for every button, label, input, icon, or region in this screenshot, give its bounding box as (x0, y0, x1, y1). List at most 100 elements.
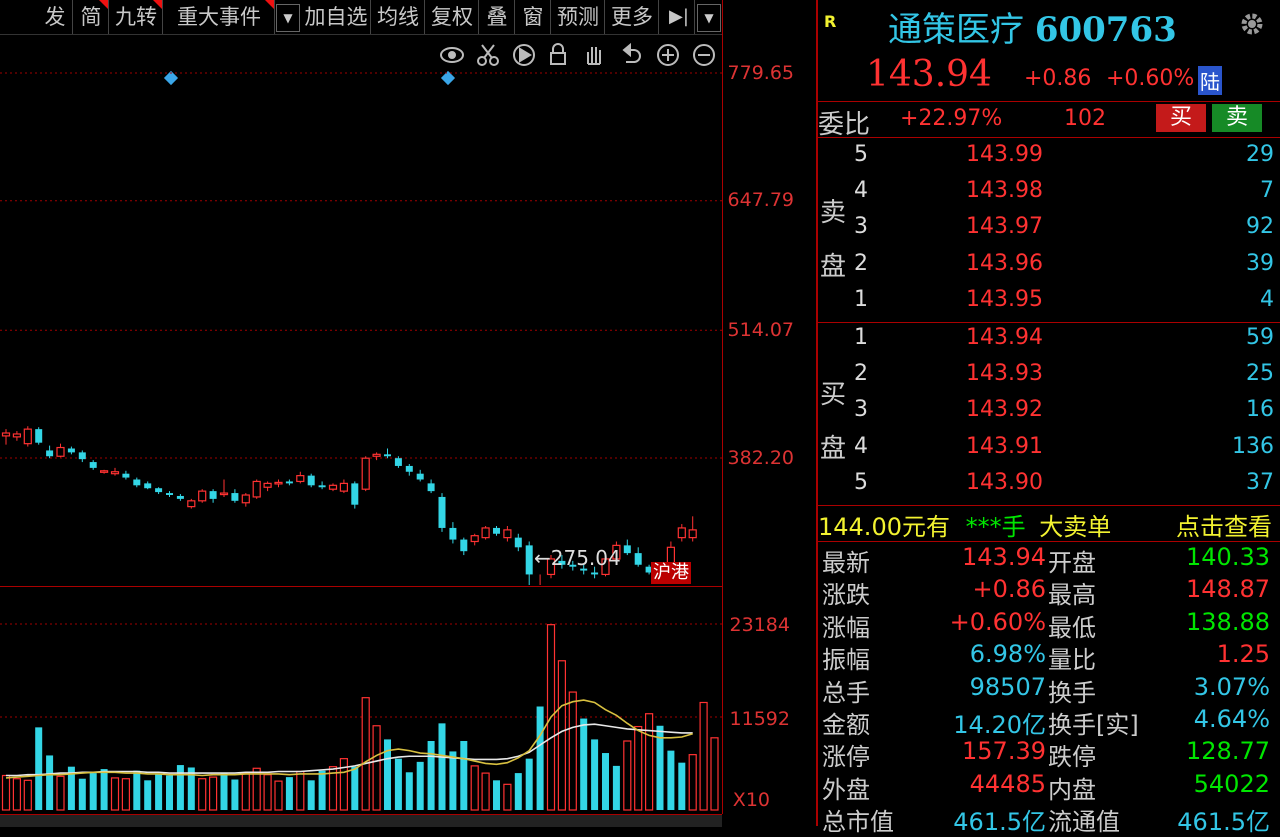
big-order-bar[interactable]: 144.00元有 ***手 大卖单 点击查看 (818, 507, 1280, 541)
toolbar-button[interactable]: 更多 (606, 0, 659, 34)
candle[interactable] (35, 427, 43, 445)
candle[interactable] (166, 491, 173, 497)
order-qty: 29 (1246, 142, 1274, 167)
settings-icon[interactable] (1238, 10, 1266, 42)
order-level: 4 (854, 178, 868, 204)
candle[interactable] (231, 489, 239, 503)
candle[interactable] (198, 489, 207, 503)
candle[interactable] (67, 446, 75, 455)
sell-order-row[interactable]: 3 143.97 92 (854, 214, 1274, 250)
candle[interactable] (427, 479, 435, 494)
sell-order-row[interactable]: 2 143.96 39 (854, 251, 1274, 287)
candle[interactable] (623, 539, 631, 556)
candle[interactable] (241, 493, 250, 507)
candle[interactable] (677, 524, 686, 542)
order-level: 5 (854, 142, 868, 167)
volume-bar (1, 774, 11, 811)
candle[interactable] (99, 469, 109, 474)
buy-order-row[interactable]: 4 143.91 136 (854, 434, 1274, 470)
candle[interactable] (285, 479, 293, 486)
toolbar-button[interactable]: 简 (74, 0, 109, 34)
candle[interactable] (537, 574, 544, 585)
scroll-end-icon[interactable]: ▶| (664, 0, 695, 34)
candle[interactable] (122, 470, 130, 480)
buy-button[interactable]: 买 (1156, 104, 1206, 132)
candle-body (394, 458, 402, 466)
candle[interactable] (307, 473, 315, 488)
more-dropdown-arrow[interactable]: ▼ (697, 4, 721, 32)
candle[interactable] (416, 469, 424, 482)
candle[interactable] (110, 467, 120, 476)
buy-order-row[interactable]: 1 143.94 59 (854, 325, 1274, 361)
candle[interactable] (89, 460, 97, 470)
candle[interactable] (351, 481, 359, 509)
candle[interactable] (688, 516, 697, 542)
event-dropdown-arrow[interactable]: ▼ (276, 4, 300, 32)
toolbar-button[interactable]: 重大事件 (164, 0, 275, 34)
candle[interactable] (155, 487, 163, 495)
bottom-tab-strip[interactable] (0, 814, 722, 827)
candle[interactable] (176, 494, 184, 501)
toolbar-button[interactable]: 窗 (516, 0, 551, 34)
candle[interactable] (252, 479, 261, 499)
sell-order-row[interactable]: 5 143.99 29 (854, 142, 1274, 178)
candle[interactable] (209, 489, 217, 503)
candle[interactable] (187, 498, 196, 509)
volume-bar (263, 774, 272, 811)
candle[interactable] (274, 479, 283, 488)
candle[interactable] (296, 471, 305, 484)
chart-toolbar: 发简九转 重大事件 ▼ 加自选 均线 复权叠窗预测 更多 ▶| ▼ (0, 0, 722, 35)
candlestick-chart[interactable] (0, 35, 722, 585)
candle[interactable] (384, 448, 391, 459)
sell-order-row[interactable]: 1 143.95 4 (854, 287, 1274, 323)
candle[interactable] (470, 533, 479, 546)
volume-bar (644, 713, 654, 811)
candle[interactable] (503, 526, 512, 542)
toolbar-button[interactable]: 复权 (426, 0, 479, 34)
candle[interactable] (525, 541, 533, 585)
order-price: 143.92 (966, 397, 1043, 423)
candle[interactable] (23, 426, 32, 447)
candle[interactable] (219, 479, 229, 497)
toolbar-button[interactable]: 加自选 (302, 0, 371, 34)
candle[interactable] (318, 481, 326, 490)
toolbar-button[interactable]: 发 (38, 0, 73, 34)
buy-order-row[interactable]: 3 143.92 16 (854, 397, 1274, 433)
candle[interactable] (46, 445, 54, 459)
toolbar-button[interactable]: 预测 (552, 0, 605, 34)
candle[interactable] (144, 481, 152, 490)
candle[interactable] (133, 477, 141, 488)
toolbar-button[interactable]: 均线 (372, 0, 425, 34)
candle[interactable] (438, 493, 446, 532)
candle[interactable] (481, 526, 490, 540)
click-view-link[interactable]: 点击查看 (1176, 507, 1272, 542)
candle[interactable] (78, 450, 86, 463)
candle[interactable] (339, 479, 348, 494)
toolbar-label: 预测 (557, 5, 599, 29)
candle-body (23, 428, 32, 445)
buy-order-row[interactable]: 5 143.90 37 (854, 470, 1274, 506)
sell-button[interactable]: 卖 (1212, 104, 1262, 132)
sell-side-label: 卖 盘 (820, 180, 846, 300)
candle[interactable] (1, 429, 11, 445)
candle[interactable] (493, 526, 500, 536)
toolbar-button[interactable]: 九转 (110, 0, 163, 34)
candle[interactable] (328, 483, 338, 492)
buy-order-row[interactable]: 2 143.93 25 (854, 361, 1274, 397)
candle[interactable] (514, 533, 522, 552)
stat-label: 换手 (1048, 678, 1096, 707)
candle[interactable] (405, 464, 413, 476)
candle[interactable] (12, 431, 21, 441)
candle[interactable] (372, 452, 381, 461)
candle[interactable] (56, 443, 65, 458)
candle[interactable] (449, 522, 457, 544)
volume-chart[interactable] (0, 588, 722, 814)
candle[interactable] (361, 456, 370, 492)
sell-order-row[interactable]: 4 143.98 7 (854, 178, 1274, 214)
candle-body (372, 453, 381, 457)
candle[interactable] (634, 547, 642, 567)
toolbar-button[interactable]: 叠 (480, 0, 515, 34)
hk-connect-tag[interactable]: 沪港 (651, 562, 691, 584)
candle[interactable] (263, 481, 272, 492)
candle[interactable] (460, 537, 468, 556)
